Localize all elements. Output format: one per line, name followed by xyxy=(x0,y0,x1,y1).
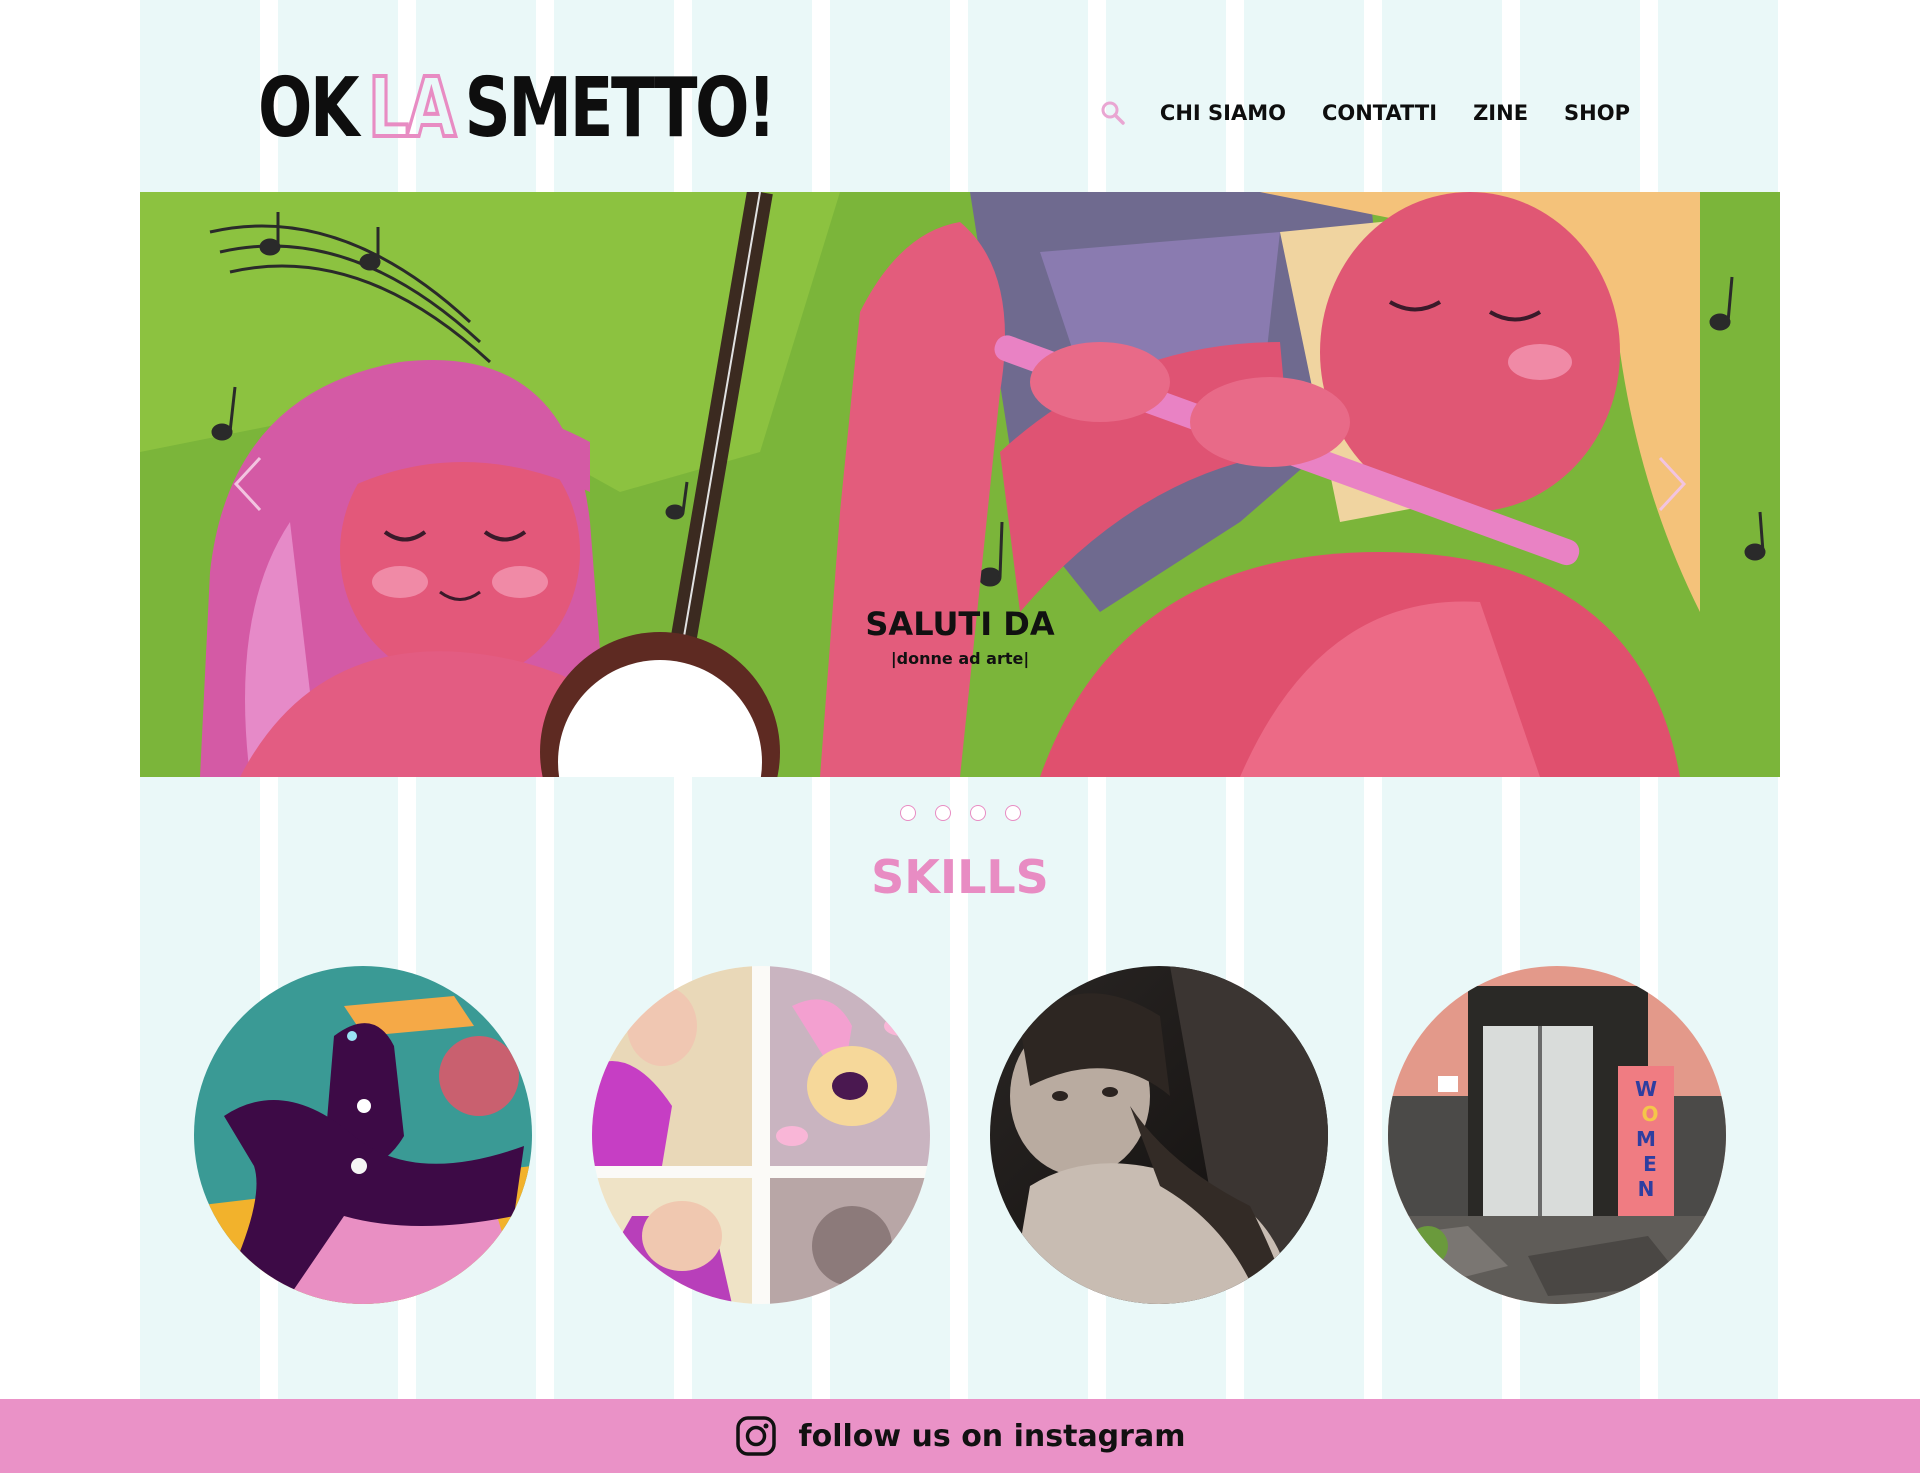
svg-text:E: E xyxy=(1643,1152,1657,1176)
svg-text:N: N xyxy=(1638,1177,1655,1201)
slider-next-button[interactable] xyxy=(1650,454,1690,514)
instagram-link[interactable]: follow us on instagram xyxy=(799,1419,1186,1454)
hero-slider: SALUTI DA |donne ad arte| xyxy=(140,192,1780,777)
exhibition-thumbnail: W O M E N xyxy=(1388,966,1726,1304)
chevron-left-icon xyxy=(233,456,262,512)
photography-thumbnail xyxy=(990,966,1328,1304)
svg-text:M: M xyxy=(1636,1127,1656,1151)
main-nav: CHI SIAMO CONTATTI ZINE SHOP xyxy=(1100,100,1630,126)
nav-contatti[interactable]: CONTATTI xyxy=(1322,101,1437,125)
slide-title: SALUTI DA xyxy=(865,605,1055,643)
slider-pagination xyxy=(140,805,1780,821)
logo-text-ok: OK xyxy=(258,61,360,156)
slider-prev-button[interactable] xyxy=(230,454,270,514)
nav-shop[interactable]: SHOP xyxy=(1564,101,1630,125)
slider-dot-1[interactable] xyxy=(899,805,916,821)
slide-subtitle: |donne ad arte| xyxy=(890,649,1030,668)
illustration-thumbnail xyxy=(194,966,532,1304)
slider-dot-4[interactable] xyxy=(1004,805,1021,821)
skill-exhibition[interactable]: W O M E N xyxy=(1388,966,1726,1304)
skill-comics[interactable] xyxy=(592,966,930,1304)
search-icon[interactable] xyxy=(1100,100,1126,126)
slider-dot-2[interactable] xyxy=(934,805,951,821)
page-background: OK LA SMETTO! CHI SIAMO CONTATTI ZINE SH… xyxy=(140,0,1780,1400)
svg-text:W: W xyxy=(1635,1077,1657,1101)
nav-zine[interactable]: ZINE xyxy=(1473,101,1528,125)
slider-dot-3[interactable] xyxy=(969,805,986,821)
chevron-right-icon xyxy=(1658,456,1687,512)
comics-thumbnail xyxy=(592,966,930,1304)
site-logo[interactable]: OK LA SMETTO! xyxy=(258,50,777,156)
skill-illustration[interactable] xyxy=(194,966,532,1304)
instagram-footer-bar: follow us on instagram xyxy=(0,1399,1920,1473)
nav-chi-siamo[interactable]: CHI SIAMO xyxy=(1160,101,1286,125)
skills-heading: SKILLS xyxy=(871,850,1049,904)
logo-text-smetto: SMETTO! xyxy=(464,61,777,156)
skill-photography[interactable] xyxy=(990,966,1328,1304)
slide-caption: SALUTI DA |donne ad arte| xyxy=(140,605,1780,668)
hero-illustration xyxy=(140,192,1780,777)
svg-text:O: O xyxy=(1641,1102,1658,1126)
instagram-icon[interactable] xyxy=(735,1415,777,1457)
logo-text-la: LA xyxy=(367,61,458,156)
